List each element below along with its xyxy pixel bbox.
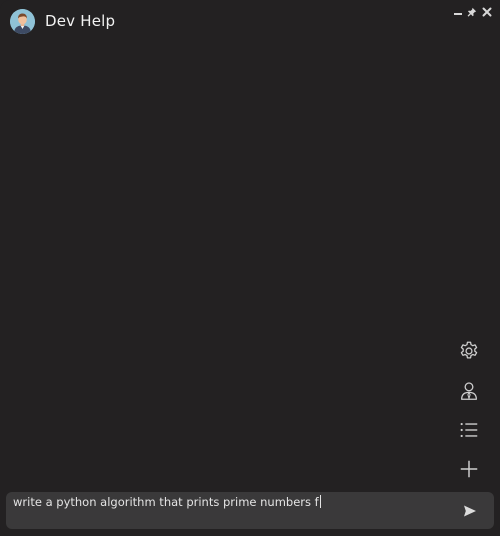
history-button[interactable]: [456, 417, 482, 443]
send-button[interactable]: [462, 503, 478, 519]
pin-button[interactable]: [466, 6, 478, 18]
person-icon: [461, 382, 477, 401]
list-icon: [460, 422, 478, 438]
text-caret: [319, 495, 321, 508]
close-button[interactable]: [481, 6, 493, 18]
message-input[interactable]: write a python algorithm that prints pri…: [13, 495, 321, 509]
minimize-button[interactable]: [452, 6, 464, 18]
minimize-icon: [454, 13, 462, 15]
persona-button[interactable]: [456, 378, 482, 404]
app-window: Dev Help write a python algorithm that p…: [0, 0, 500, 536]
plus-icon: [460, 460, 478, 478]
app-title: Dev Help: [45, 12, 116, 30]
close-icon: [482, 7, 492, 17]
send-icon: [464, 505, 476, 517]
gear-icon: [460, 341, 478, 359]
message-input-bar[interactable]: write a python algorithm that prints pri…: [6, 492, 494, 529]
new-chat-button[interactable]: [456, 456, 482, 482]
message-input-text: write a python algorithm that prints pri…: [13, 495, 319, 509]
title-bar: Dev Help: [0, 0, 500, 44]
settings-button[interactable]: [456, 338, 482, 364]
pin-icon: [467, 7, 477, 17]
avatar: [10, 9, 35, 34]
